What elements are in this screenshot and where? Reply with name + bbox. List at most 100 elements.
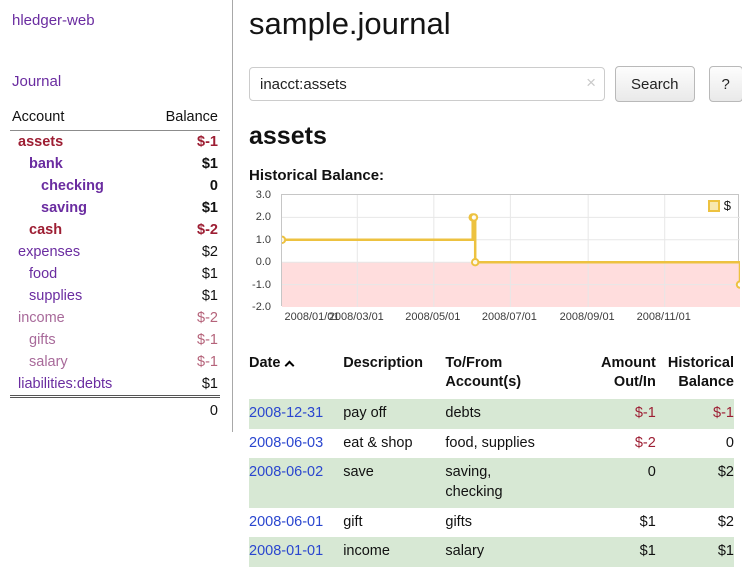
transaction-date-link[interactable]: 2008-06-01 <box>249 514 323 530</box>
register-row[interactable]: 2008-06-02 save saving, checking 0 $2 <box>249 458 734 507</box>
register-header-description: Description <box>343 352 445 399</box>
account-link-checking[interactable]: checking <box>41 178 104 194</box>
chart-plot-area: $ <box>281 194 739 306</box>
main-content: sample.journal × Search ? assets Histori… <box>233 0 742 582</box>
account-link-gifts[interactable]: gifts <box>29 332 56 348</box>
balance-chart-svg <box>282 195 740 307</box>
register-header-date[interactable]: Date <box>249 352 343 399</box>
y-tick-label: -2.0 <box>252 301 271 313</box>
transaction-accounts: debts <box>445 399 585 429</box>
transaction-accounts: food, supplies <box>445 429 585 459</box>
x-tick-label: 2008/05/01 <box>400 311 466 323</box>
accounts-total-row: 0 <box>10 397 220 423</box>
y-tick-label: 3.0 <box>256 189 271 201</box>
transaction-amount: 0 <box>586 458 656 507</box>
transaction-amount: $1 <box>586 508 656 538</box>
transaction-amount: $1 <box>586 537 656 567</box>
account-row: liabilities:debts $1 <box>10 373 220 397</box>
account-balance: $-1 <box>152 351 220 373</box>
account-row: assets $-1 <box>10 131 220 154</box>
account-link-expenses[interactable]: expenses <box>18 244 80 260</box>
chart-y-axis: 3.02.01.00.0-1.0-2.0 <box>249 195 277 307</box>
account-link-bank[interactable]: bank <box>29 156 63 172</box>
transaction-balance: $2 <box>656 458 734 507</box>
account-balance: $1 <box>152 373 220 397</box>
account-balance: $-1 <box>152 131 220 154</box>
register-header-balance: Historical Balance <box>656 352 734 399</box>
account-link-assets[interactable]: assets <box>18 134 63 150</box>
chart-legend: $ <box>706 198 733 213</box>
search-form: × Search ? <box>249 66 734 102</box>
sidebar: hledger-web Journal Account Balance asse… <box>0 0 233 432</box>
account-row: gifts $-1 <box>10 329 220 351</box>
account-link-liabilities-debts[interactable]: liabilities:debts <box>18 376 112 392</box>
account-balance: $1 <box>152 285 220 307</box>
account-row: income $-2 <box>10 307 220 329</box>
y-tick-label: 2.0 <box>256 211 271 223</box>
search-input[interactable] <box>249 67 605 101</box>
hledger-web-app: hledger-web Journal Account Balance asse… <box>0 0 742 582</box>
account-row: checking 0 <box>10 175 220 197</box>
search-box: × <box>249 67 605 101</box>
account-balance: $2 <box>152 241 220 263</box>
transaction-description: gift <box>343 508 445 538</box>
accounts-total-value: 0 <box>152 397 220 423</box>
clear-search-icon[interactable]: × <box>586 73 596 93</box>
account-balance: 0 <box>152 175 220 197</box>
transaction-description: eat & shop <box>343 429 445 459</box>
register-header-accounts: To/From Account(s) <box>445 352 585 399</box>
account-link-income[interactable]: income <box>18 310 65 326</box>
transaction-description: income <box>343 537 445 567</box>
search-button[interactable]: Search <box>615 66 695 102</box>
chart-x-axis: 2008/01/012008/03/012008/05/012008/07/01… <box>281 311 742 327</box>
accounts-header-balance: Balance <box>152 106 220 131</box>
x-tick-label: 2008/09/01 <box>554 311 620 323</box>
transaction-amount: $-2 <box>586 429 656 459</box>
transaction-accounts: saving, checking <box>445 458 585 507</box>
balance-chart: 3.02.01.00.0-1.0-2.0 $ 2008/01/012008/03… <box>249 194 734 332</box>
transaction-balance: $2 <box>656 508 734 538</box>
accounts-header-row: Account Balance <box>10 106 220 131</box>
register-row[interactable]: 2008-06-03 eat & shop food, supplies $-2… <box>249 429 734 459</box>
account-balance: $1 <box>152 153 220 175</box>
app-title-link[interactable]: hledger-web <box>12 12 220 29</box>
register-header-row: Date Description To/From Account(s) Amou… <box>249 352 734 399</box>
x-tick-label: 2008/07/01 <box>476 311 542 323</box>
transaction-balance: $-1 <box>656 399 734 429</box>
account-balance: $1 <box>152 197 220 219</box>
account-link-saving[interactable]: saving <box>41 200 87 216</box>
transaction-accounts: gifts <box>445 508 585 538</box>
page-title: sample.journal <box>249 6 734 42</box>
account-link-cash[interactable]: cash <box>29 222 62 238</box>
chart-title: Historical Balance: <box>249 167 734 184</box>
account-link-salary[interactable]: salary <box>29 354 68 370</box>
transaction-date-link[interactable]: 2008-01-01 <box>249 543 323 559</box>
account-row: saving $1 <box>10 197 220 219</box>
legend-label: $ <box>724 198 731 213</box>
transaction-balance: $1 <box>656 537 734 567</box>
account-balance: $-1 <box>152 329 220 351</box>
transaction-date-link[interactable]: 2008-06-03 <box>249 435 323 451</box>
account-heading: assets <box>249 122 734 151</box>
account-row: cash $-2 <box>10 219 220 241</box>
transaction-balance: 0 <box>656 429 734 459</box>
account-row: expenses $2 <box>10 241 220 263</box>
register-row[interactable]: 2008-12-31 pay off debts $-1 $-1 <box>249 399 734 429</box>
sort-ascending-icon <box>285 361 295 371</box>
transaction-description: save <box>343 458 445 507</box>
register-header-amount: Amount Out/In <box>586 352 656 399</box>
account-link-supplies[interactable]: supplies <box>29 288 82 304</box>
help-button[interactable]: ? <box>709 66 742 102</box>
sidebar-item-journal[interactable]: Journal <box>12 73 220 90</box>
account-row: salary $-1 <box>10 351 220 373</box>
register-row[interactable]: 2008-01-01 income salary $1 $1 <box>249 537 734 567</box>
legend-swatch-icon <box>708 200 720 212</box>
register-table: Date Description To/From Account(s) Amou… <box>249 352 734 567</box>
transaction-description: pay off <box>343 399 445 429</box>
y-tick-label: -1.0 <box>252 279 271 291</box>
transaction-date-link[interactable]: 2008-12-31 <box>249 405 323 421</box>
register-header-date-label: Date <box>249 355 280 371</box>
register-row[interactable]: 2008-06-01 gift gifts $1 $2 <box>249 508 734 538</box>
account-link-food[interactable]: food <box>29 266 57 282</box>
transaction-date-link[interactable]: 2008-06-02 <box>249 464 323 480</box>
